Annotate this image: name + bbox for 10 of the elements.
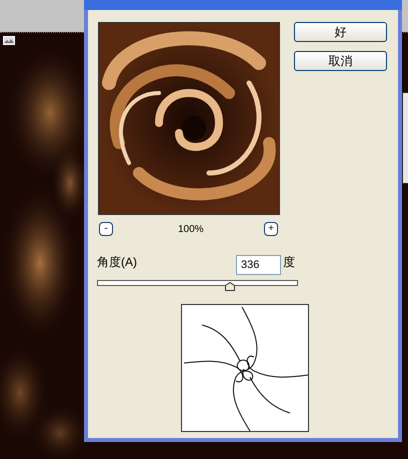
image-icon[interactable] xyxy=(3,36,15,45)
zoom-in-button[interactable]: + xyxy=(264,222,278,236)
angle-unit: 度 xyxy=(283,254,295,271)
dialog-button[interactable]: 取消 xyxy=(294,51,387,71)
zoom-level: 100% xyxy=(178,223,204,237)
zoom-out-button[interactable]: - xyxy=(99,222,113,236)
angle-field[interactable]: 336 xyxy=(236,255,281,275)
angle-label: 角度(A) xyxy=(97,254,137,271)
dialog-button[interactable]: 好 xyxy=(294,22,387,42)
angle-slider[interactable] xyxy=(97,280,298,291)
